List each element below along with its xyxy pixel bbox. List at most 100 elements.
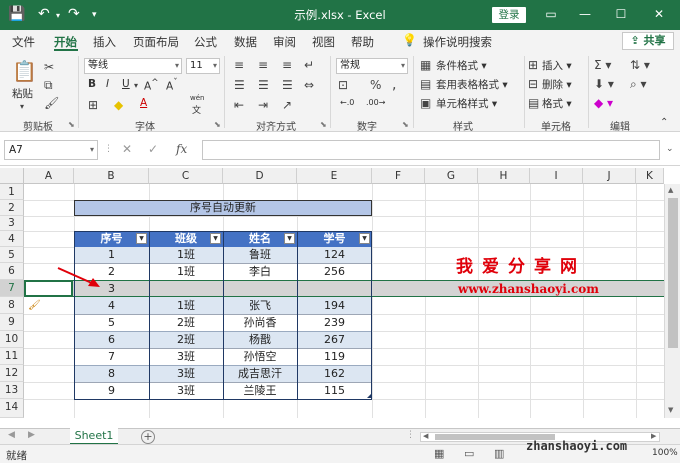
filter-dropdown-icon[interactable]: ▼ xyxy=(284,233,295,244)
scroll-up-icon[interactable]: ▲ xyxy=(668,186,673,194)
conditional-format-button[interactable]: 条件格式 ▾ xyxy=(436,58,487,73)
cell-name[interactable]: 孙悟空 xyxy=(223,348,297,365)
cell-serial[interactable]: 6 xyxy=(74,331,149,348)
clear-icon[interactable]: ◆ ▾ xyxy=(594,96,613,110)
comma-icon[interactable]: , xyxy=(392,78,396,92)
column-header-b[interactable]: B xyxy=(74,168,149,184)
row-header-1[interactable]: 1 xyxy=(0,184,24,200)
vertical-scrollbar[interactable]: ▲ ▼ xyxy=(664,184,680,418)
tab-page-layout[interactable]: 页面布局 xyxy=(133,34,179,50)
insert-options-icon[interactable]: 🖌 xyxy=(28,300,41,311)
italic-icon[interactable]: I xyxy=(106,78,109,90)
cell-serial[interactable]: 7 xyxy=(74,348,149,365)
filter-dropdown-icon[interactable]: ▼ xyxy=(210,233,221,244)
row-header-4[interactable]: 4 xyxy=(0,231,24,247)
align-right-icon[interactable]: ☰ xyxy=(282,78,293,92)
column-header-g[interactable]: G xyxy=(425,168,478,184)
cell-student-id[interactable]: 124 xyxy=(297,247,372,263)
orientation-icon[interactable]: ↗ xyxy=(282,98,292,112)
align-left-icon[interactable]: ☰ xyxy=(234,78,245,92)
cell-student-id[interactable]: 267 xyxy=(297,331,372,348)
cut-icon[interactable]: ✂ xyxy=(44,60,54,74)
find-select-icon[interactable]: ⌕ ▾ xyxy=(630,77,647,91)
underline-dropdown-icon[interactable]: ▾ xyxy=(134,79,138,93)
paste-icon[interactable]: 📋 xyxy=(12,60,37,82)
fill-icon[interactable]: ⬇ ▾ xyxy=(594,77,614,91)
percent-icon[interactable]: % xyxy=(370,78,381,92)
select-all-corner[interactable] xyxy=(0,168,24,184)
insert-cells-button[interactable]: 插入 ▾ xyxy=(542,58,572,73)
tab-file[interactable]: 文件 xyxy=(12,34,35,50)
wrap-text-icon[interactable]: ↵ xyxy=(304,58,314,72)
sheet-tab-sheet1[interactable]: Sheet1 xyxy=(70,428,118,445)
sort-filter-icon[interactable]: ⇅ ▾ xyxy=(630,58,650,72)
column-header-a[interactable]: A xyxy=(24,168,74,184)
login-button[interactable]: 登录 xyxy=(492,7,526,23)
column-header-i[interactable]: I xyxy=(530,168,583,184)
table-format-button[interactable]: 套用表格格式 ▾ xyxy=(436,77,508,92)
tab-view[interactable]: 视图 xyxy=(312,34,335,50)
tab-review[interactable]: 审阅 xyxy=(273,34,296,50)
cell-class[interactable]: 2班 xyxy=(149,314,223,331)
cell-name[interactable]: 孙尚香 xyxy=(223,314,297,331)
cell-serial[interactable]: 9 xyxy=(74,382,149,399)
header-serial[interactable]: 序号 ▼ xyxy=(74,231,149,247)
alignment-launcher-icon[interactable]: ⬊ xyxy=(320,120,327,129)
accounting-icon[interactable]: ⊡ xyxy=(338,78,348,92)
align-top-icon[interactable]: ≡ xyxy=(234,58,244,72)
increase-font-icon[interactable]: A^ xyxy=(144,78,159,93)
table-title[interactable]: 序号自动更新 xyxy=(74,200,372,216)
increase-indent-icon[interactable]: ⇥ xyxy=(258,98,268,112)
row-header-8[interactable]: 8 xyxy=(0,297,24,314)
expand-formula-bar-icon[interactable]: ⌄ xyxy=(666,144,674,154)
cell-name[interactable] xyxy=(223,281,297,297)
cell-class[interactable]: 1班 xyxy=(149,297,223,314)
tab-split-handle-icon[interactable]: ⋮ xyxy=(406,430,415,440)
column-header-f[interactable]: F xyxy=(372,168,425,184)
format-painter-icon[interactable]: 🖌 xyxy=(44,96,59,110)
fill-color-icon[interactable]: ◆ xyxy=(114,98,123,112)
share-button[interactable]: ⇪ 共享 xyxy=(622,32,674,50)
row-header-2[interactable]: 2 xyxy=(0,200,24,216)
row-header-14[interactable]: 14 xyxy=(0,399,24,418)
add-sheet-icon[interactable]: + xyxy=(141,430,155,444)
cell-student-id[interactable]: 115 xyxy=(297,382,372,399)
cell-name[interactable]: 鲁班 xyxy=(223,247,297,263)
prev-sheet-icon[interactable]: ◀ xyxy=(8,430,15,440)
cancel-icon[interactable]: ✕ xyxy=(122,142,132,156)
tab-data[interactable]: 数据 xyxy=(234,34,257,50)
format-cells-button[interactable]: 格式 ▾ xyxy=(542,96,572,111)
filter-dropdown-icon[interactable]: ▼ xyxy=(359,233,370,244)
paste-label[interactable]: 粘贴 xyxy=(12,86,33,101)
scroll-left-icon[interactable]: ◀ xyxy=(423,432,428,440)
clipboard-launcher-icon[interactable]: ⬊ xyxy=(68,120,75,129)
cell-class[interactable]: 3班 xyxy=(149,348,223,365)
header-student-id[interactable]: 学号 ▼ xyxy=(297,231,372,247)
cell-name[interactable]: 李白 xyxy=(223,263,297,280)
vertical-scroll-thumb[interactable] xyxy=(668,198,678,348)
cell-class[interactable]: 3班 xyxy=(149,365,223,382)
cell-class[interactable] xyxy=(149,281,223,297)
number-format-combo[interactable]: 常规 ▾ xyxy=(336,58,408,74)
tab-help[interactable]: 帮助 xyxy=(351,34,374,50)
decrease-font-icon[interactable]: Aˇ xyxy=(166,78,178,93)
cell-student-id[interactable]: 239 xyxy=(297,314,372,331)
font-launcher-icon[interactable]: ⬊ xyxy=(214,120,221,129)
spreadsheet-grid[interactable]: A B C D E F G H I J K 1 2 3 4 5 6 7 8 9 … xyxy=(0,166,680,428)
decrease-decimal-icon[interactable]: .00→ xyxy=(366,98,385,107)
cell-student-id[interactable]: 162 xyxy=(297,365,372,382)
column-header-j[interactable]: J xyxy=(583,168,636,184)
row-header-9[interactable]: 9 xyxy=(0,314,24,331)
cell-name[interactable]: 成吉思汗 xyxy=(223,365,297,382)
underline-icon[interactable]: U xyxy=(122,78,130,90)
tab-insert[interactable]: 插入 xyxy=(93,34,116,50)
close-icon[interactable]: ✕ xyxy=(648,4,670,24)
column-header-k[interactable]: K xyxy=(636,168,664,184)
enter-icon[interactable]: ✓ xyxy=(148,142,158,156)
cell-student-id[interactable]: 194 xyxy=(297,297,372,314)
name-box[interactable]: A7 ▾ xyxy=(4,140,98,160)
increase-decimal-icon[interactable]: ←.0 xyxy=(340,98,354,107)
cell-serial[interactable]: 5 xyxy=(74,314,149,331)
page-layout-view-icon[interactable]: ▭ xyxy=(464,447,474,460)
cell-name[interactable]: 张飞 xyxy=(223,297,297,314)
